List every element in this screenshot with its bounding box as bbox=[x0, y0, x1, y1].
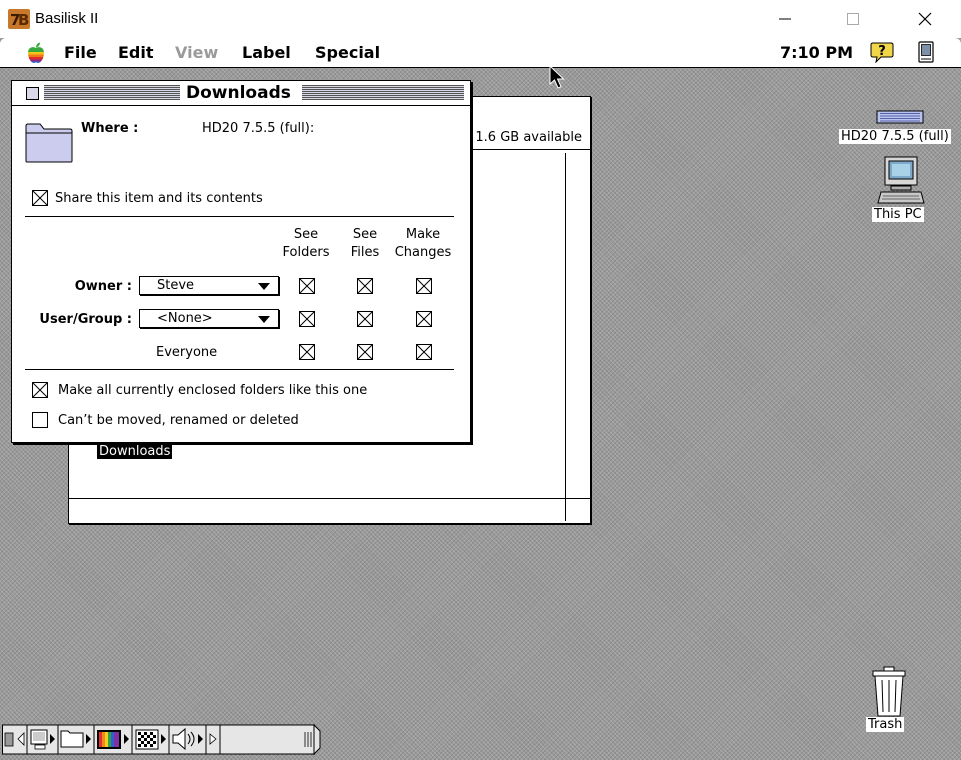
permission-checkbox-everyone-see-files[interactable] bbox=[357, 344, 373, 360]
minimize-button[interactable] bbox=[762, 4, 808, 34]
user-group-popup-menu[interactable]: <None> bbox=[139, 309, 279, 328]
column-header-see-files: See Files bbox=[335, 226, 395, 262]
maximize-icon bbox=[847, 13, 859, 25]
hard-disk-label[interactable]: HD20 7.5.5 (full) bbox=[839, 129, 951, 144]
owner-label: Owner : bbox=[74, 279, 132, 294]
popup-arrow-icon bbox=[258, 316, 270, 323]
trash-icon[interactable] bbox=[870, 666, 908, 718]
menu-view[interactable]: View bbox=[175, 43, 218, 62]
mouse-pointer-icon bbox=[549, 65, 565, 89]
permission-checkbox-everyone-make-changes[interactable] bbox=[416, 344, 432, 360]
column-header-line: Folders bbox=[282, 245, 330, 260]
column-header-make-changes: Make Changes bbox=[393, 226, 453, 262]
svg-text:?: ? bbox=[878, 44, 886, 59]
window-close-box[interactable] bbox=[26, 87, 39, 100]
checkbox-check-icon bbox=[417, 312, 431, 326]
checkbox-check-icon bbox=[358, 345, 372, 359]
app-menu-icon[interactable] bbox=[915, 41, 937, 63]
finder-horizontal-scrollbar[interactable] bbox=[69, 498, 590, 499]
column-header-line: Make bbox=[405, 227, 441, 242]
basilisk-app-icon: 7 B bbox=[8, 9, 30, 29]
divider bbox=[25, 369, 454, 370]
hard-disk-icon[interactable] bbox=[876, 108, 924, 126]
computer-icon[interactable] bbox=[877, 156, 925, 206]
column-header-see-folders: See Folders bbox=[276, 226, 336, 262]
host-titlebar: 7 B Basilisk II bbox=[0, 0, 961, 38]
permission-checkbox-owner-make-changes[interactable] bbox=[416, 278, 432, 294]
downloads-folder-label[interactable]: Downloads bbox=[97, 444, 173, 459]
make-all-folders-checkbox[interactable] bbox=[32, 382, 48, 398]
checkbox-check-icon bbox=[300, 345, 314, 359]
divider bbox=[25, 216, 454, 217]
menu-special[interactable]: Special bbox=[315, 43, 380, 62]
menu-bar: File Edit View Label Special 7:10 PM ? bbox=[0, 38, 961, 68]
share-item-checkbox[interactable] bbox=[32, 190, 48, 206]
menu-file[interactable]: File bbox=[64, 43, 97, 62]
checkbox-check-icon bbox=[358, 312, 372, 326]
owner-popup-value: Steve bbox=[157, 278, 195, 293]
sharing-dialog-titlebar[interactable]: Downloads bbox=[12, 81, 470, 106]
make-all-folders-label[interactable]: Make all currently enclosed folders like… bbox=[58, 383, 367, 398]
mac-desktop[interactable]: File Edit View Label Special 7:10 PM ? 1… bbox=[0, 38, 961, 760]
checkbox-check-icon bbox=[358, 279, 372, 293]
permission-checkbox-everyone-see-folders[interactable] bbox=[299, 344, 315, 360]
where-value: HD20 7.5.5 (full): bbox=[202, 121, 315, 136]
popup-arrow-icon bbox=[258, 283, 270, 290]
permission-checkbox-owner-see-files[interactable] bbox=[357, 278, 373, 294]
checkbox-check-icon bbox=[300, 312, 314, 326]
column-header-line: Changes bbox=[394, 245, 452, 260]
titlebar-stripes-left bbox=[44, 85, 180, 100]
close-button[interactable] bbox=[902, 4, 948, 34]
everyone-label: Everyone bbox=[156, 345, 218, 360]
control-strip[interactable] bbox=[2, 724, 322, 756]
permission-checkbox-owner-see-folders[interactable] bbox=[299, 278, 315, 294]
help-icon[interactable]: ? bbox=[870, 41, 894, 63]
checkbox-check-icon bbox=[300, 279, 314, 293]
menubar-clock[interactable]: 7:10 PM bbox=[780, 43, 853, 62]
menu-label[interactable]: Label bbox=[242, 43, 291, 62]
trash-label[interactable]: Trash bbox=[866, 717, 905, 732]
permission-checkbox-user-group-see-files[interactable] bbox=[357, 311, 373, 327]
user-group-label: User/Group : bbox=[39, 312, 132, 327]
checkbox-check-icon bbox=[417, 345, 431, 359]
minimize-icon bbox=[779, 18, 791, 20]
column-header-line: Files bbox=[350, 245, 380, 260]
svg-text:B: B bbox=[18, 11, 29, 29]
menu-edit[interactable]: Edit bbox=[118, 43, 154, 62]
permission-checkbox-user-group-make-changes[interactable] bbox=[416, 311, 432, 327]
checkbox-check-icon bbox=[33, 191, 47, 205]
checkbox-check-icon bbox=[417, 279, 431, 293]
cant-be-moved-label[interactable]: Can’t be moved, renamed or deleted bbox=[58, 413, 299, 428]
maximize-button[interactable] bbox=[830, 4, 876, 34]
owner-popup-menu[interactable]: Steve bbox=[139, 276, 279, 295]
finder-vertical-scrollbar[interactable] bbox=[565, 153, 566, 521]
close-icon bbox=[918, 12, 932, 26]
cant-be-moved-checkbox[interactable] bbox=[32, 412, 48, 428]
folder-icon bbox=[25, 123, 73, 163]
user-group-popup-value: <None> bbox=[157, 311, 213, 326]
disk-space-available: 1.6 GB available bbox=[475, 130, 582, 145]
share-item-label[interactable]: Share this item and its contents bbox=[55, 191, 263, 206]
sharing-dialog[interactable]: Downloads Where : HD20 7.5.5 (full): Sha… bbox=[11, 80, 471, 443]
this-pc-label[interactable]: This PC bbox=[872, 207, 924, 222]
column-header-line: See bbox=[293, 227, 319, 242]
column-header-line: See bbox=[352, 227, 378, 242]
permission-checkbox-user-group-see-folders[interactable] bbox=[299, 311, 315, 327]
titlebar-stripes-right bbox=[302, 85, 464, 100]
host-window-title: Basilisk II bbox=[35, 10, 99, 27]
where-label: Where : bbox=[81, 121, 139, 136]
sharing-dialog-title: Downloads bbox=[186, 83, 291, 103]
checkbox-check-icon bbox=[33, 383, 47, 397]
apple-icon[interactable] bbox=[24, 41, 48, 65]
